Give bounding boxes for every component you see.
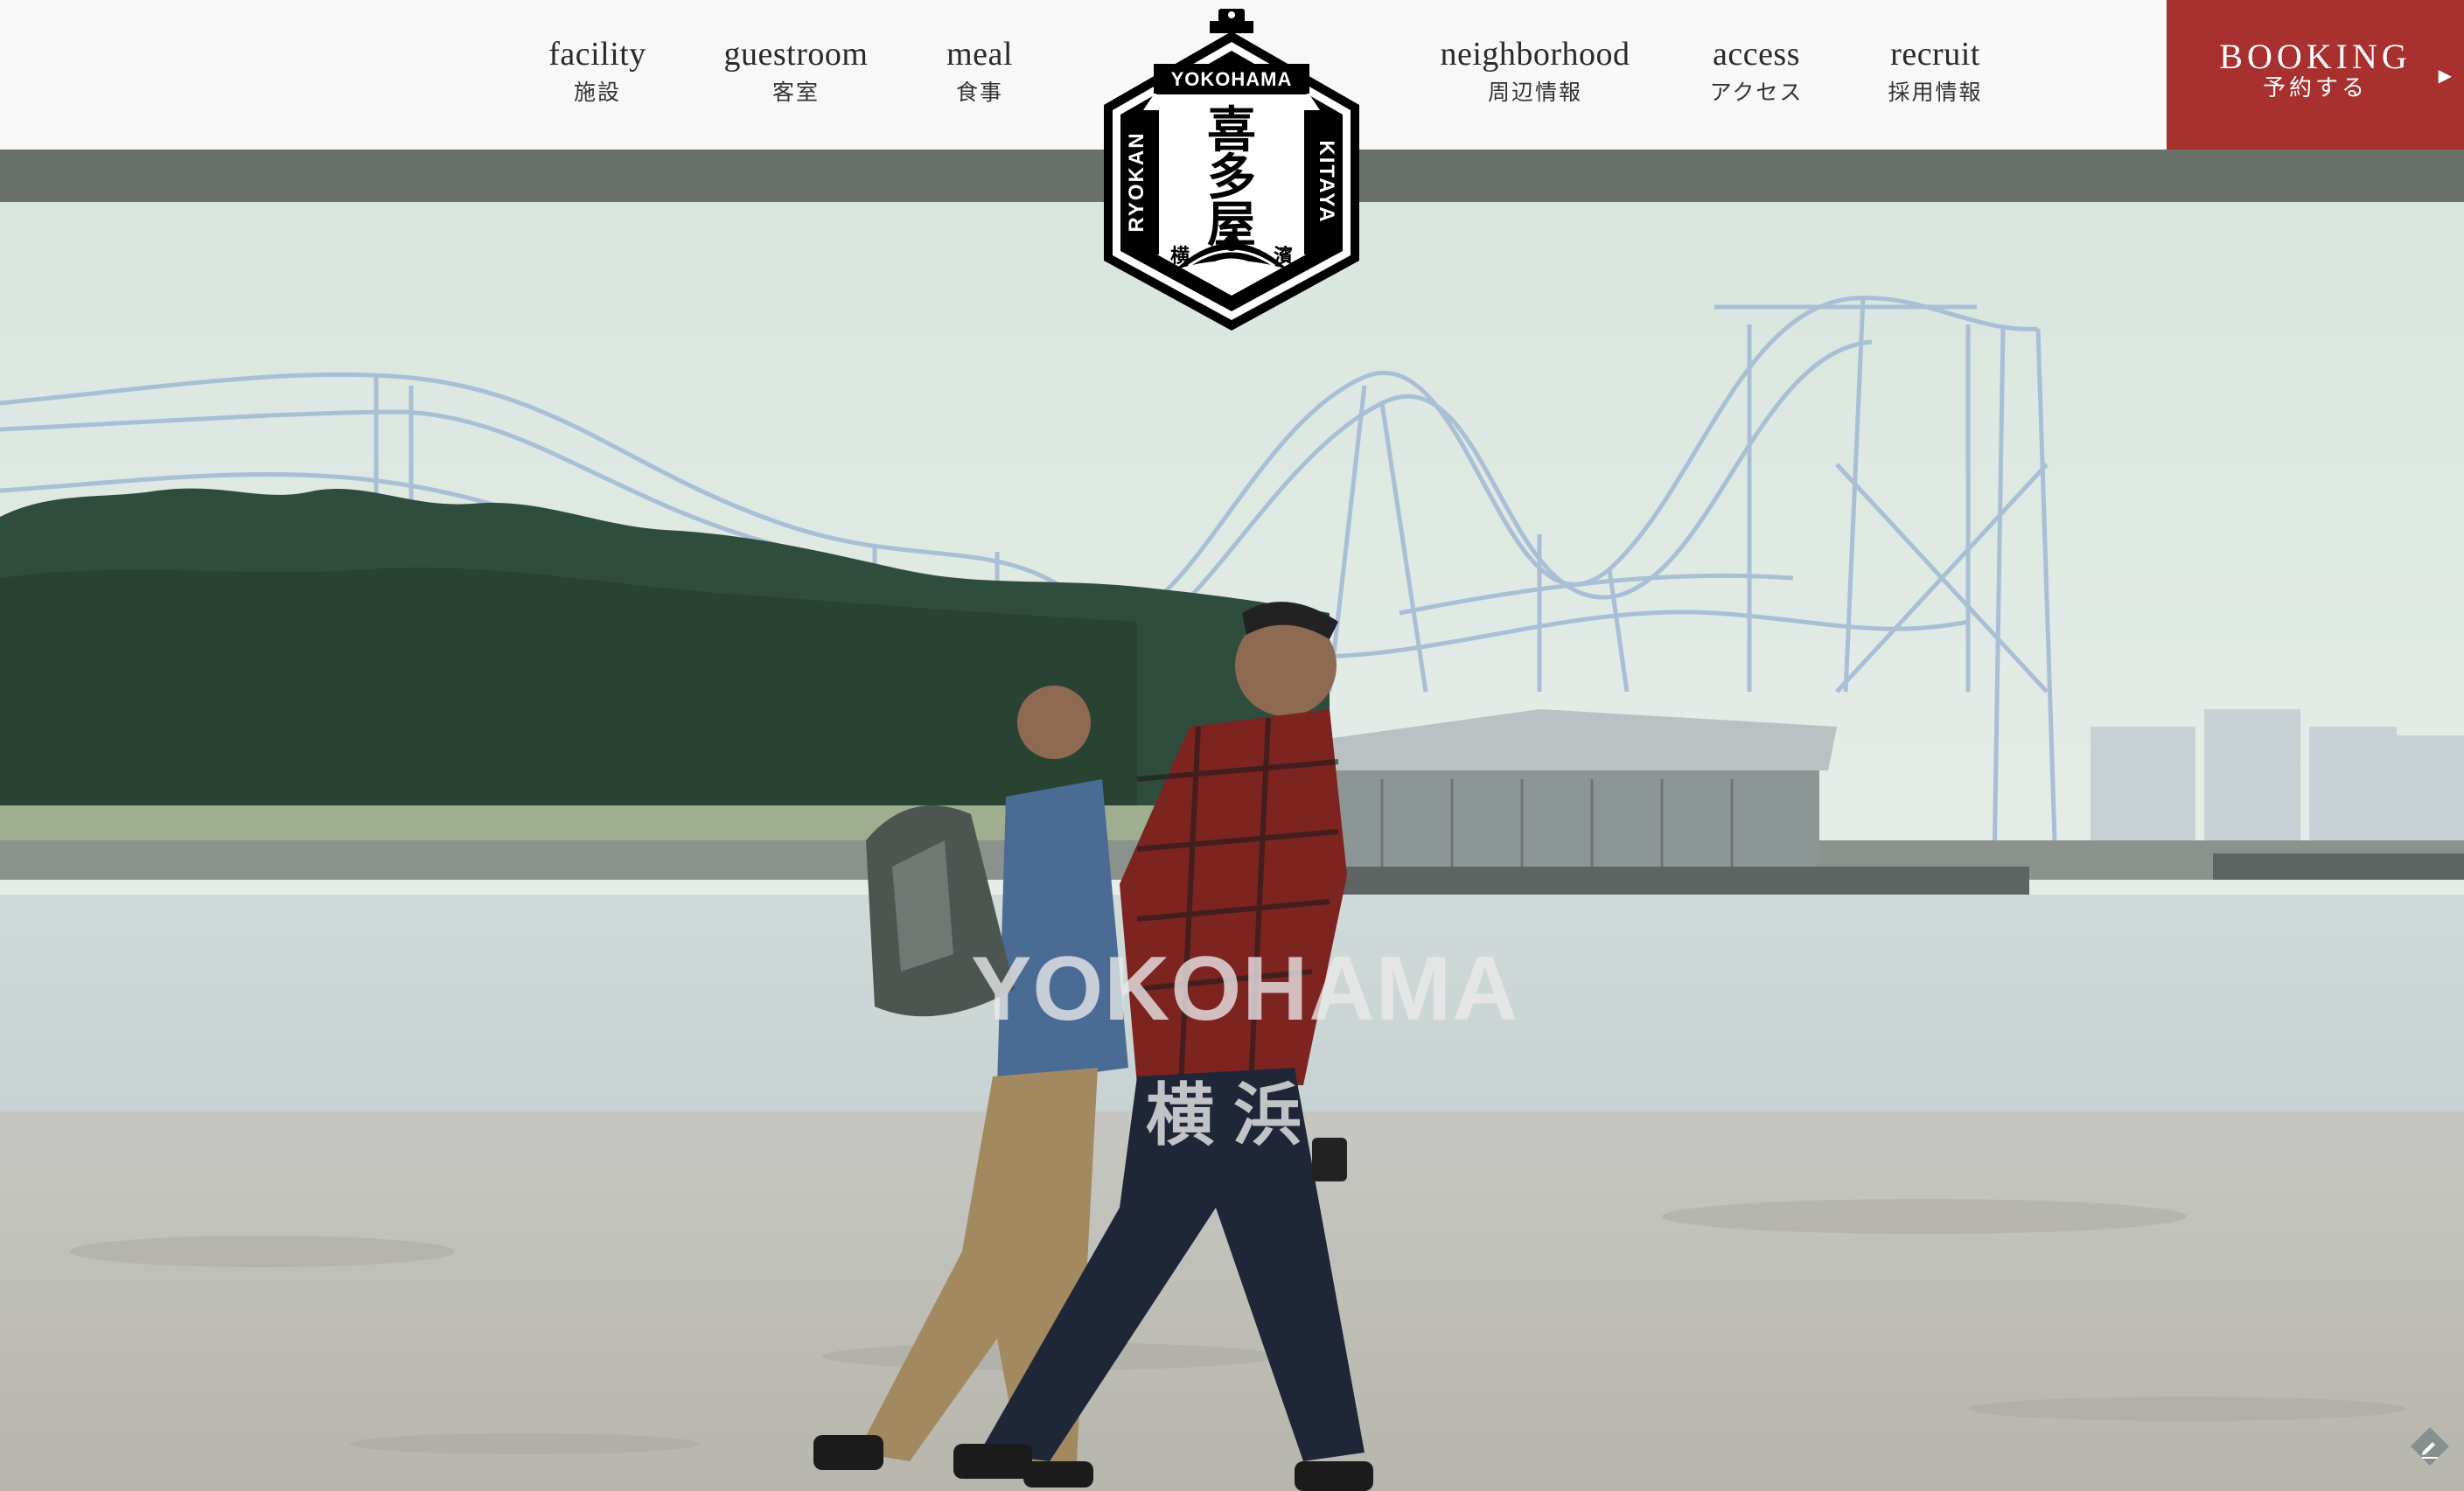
hero-subtitle: 横浜 (1145, 1076, 1321, 1155)
nav-neighborhood-label: neighborhood (1440, 36, 1630, 73)
nav-facility[interactable]: facility 施設 (532, 33, 663, 108)
nav-access-label-jp: アクセス (1709, 80, 1804, 105)
booking-label-jp: 予約する (2262, 75, 2368, 101)
nav-recruit-label-jp: 採用情報 (1888, 80, 1983, 105)
nav-meal[interactable]: meal 食事 (927, 33, 1032, 108)
logo-bottom-left: 横 (1170, 245, 1190, 268)
nav-neighborhood[interactable]: neighborhood 周辺情報 (1426, 33, 1644, 108)
nav-neighborhood-label-jp: 周辺情報 (1487, 80, 1582, 105)
nav-access-label: access (1712, 36, 1801, 73)
nav-guestroom-label-jp: 客室 (771, 80, 820, 105)
booking-button[interactable]: BOOKING 予約する ▶ (2167, 0, 2464, 150)
hero-title: YOKOHAMA (971, 938, 1519, 1040)
nav-recruit[interactable]: recruit 採用情報 (1872, 33, 1999, 108)
nav-guestroom-label: guestroom (723, 36, 869, 73)
logo-right-text: KITAYA (1315, 140, 1338, 223)
ryokan-kitaya-logo[interactable]: YOKOHAMA RYOKAN KITAYA 喜 多 屋 横 濱 (1092, 7, 1371, 332)
nav-access[interactable]: access アクセス (1695, 33, 1818, 108)
nav-facility-label-jp: 施設 (573, 80, 621, 105)
arrow-right-icon: ▶ (2438, 65, 2452, 86)
logo-left-text: RYOKAN (1125, 131, 1148, 232)
nav-meal-label: meal (946, 36, 1013, 73)
logo-bottom-right: 濱 (1274, 245, 1293, 268)
nav-meal-label-jp: 食事 (955, 80, 1003, 105)
nav-guestroom[interactable]: guestroom 客室 (708, 33, 883, 108)
logo-kanji-3: 屋 (1207, 196, 1256, 254)
hero-image: YOKOHAMA 横浜 (0, 202, 2464, 1491)
nav-facility-label: facility (548, 36, 646, 73)
edit-icon[interactable] (2408, 1425, 2452, 1468)
logo-top-text: YOKOHAMA (1171, 68, 1293, 90)
nav-recruit-label: recruit (1890, 36, 1980, 73)
booking-label: BOOKING (2219, 37, 2412, 76)
page: facility 施設 guestroom 客室 meal 食事 neighbo… (0, 0, 2464, 1491)
